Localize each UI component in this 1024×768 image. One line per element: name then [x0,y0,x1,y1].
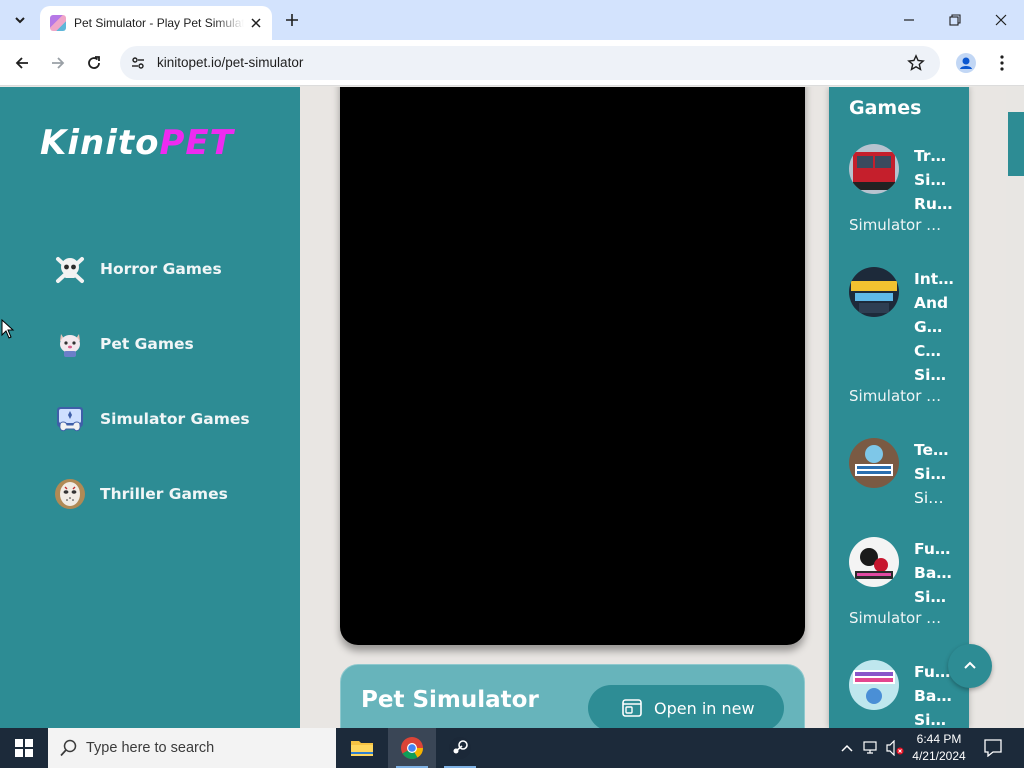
back-button[interactable] [8,49,36,77]
scroll-to-top-button[interactable] [948,644,992,688]
new-tab-button[interactable] [281,9,303,31]
chevron-up-icon [964,661,976,669]
network-icon [863,741,877,754]
sidebar: KinitoPET Horror Games Pet Games Simulat… [0,87,300,728]
sidebar-item-label: Pet Games [100,335,194,353]
open-in-new-button[interactable]: Open in new [588,685,784,728]
game-thumbnail [849,438,899,488]
kebab-menu-icon [1000,55,1004,71]
chevron-up-icon [841,744,853,752]
game-title: Fu… Ba… Si… [914,540,952,606]
address-bar[interactable]: kinitopet.io/pet-simulator [120,46,940,80]
game-category: Simulator … [849,387,942,405]
mouse-cursor-icon [1,319,15,339]
game-title: Pet Simulator [361,687,539,713]
sidebar-item-label: Thriller Games [100,485,228,503]
profile-button[interactable] [952,49,980,77]
volume-button[interactable] [884,728,906,768]
game-title: Te… Si… Si… [914,441,949,507]
windows-logo-icon [15,739,33,757]
clock-time: 6:44 PM [916,732,962,746]
tab-close-button[interactable] [248,15,264,31]
network-button[interactable] [860,728,882,768]
related-games-panel: Games Tr… Si… Ru… Simulator … Int… And G… [829,87,969,728]
tab-title: Pet Simulator - Play Pet Simulator [74,16,244,30]
page-viewport: KinitoPET Horror Games Pet Games Simulat… [0,87,1024,728]
logo-part-2: PET [159,123,234,163]
notification-icon [984,739,1002,757]
sidebar-item-thriller[interactable]: Thriller Games [54,477,228,511]
bookmark-star-button[interactable] [906,53,926,73]
taskbar-search[interactable]: Type here to search [48,728,336,768]
browser-tab[interactable]: Pet Simulator - Play Pet Simulator [40,6,272,40]
arrow-right-icon [52,57,65,69]
notifications-button[interactable] [978,728,1008,768]
game-category: Simulator … [849,609,942,627]
panel-heading: Games [849,97,922,119]
sidebar-item-pet[interactable]: Pet Games [54,327,194,361]
speaker-muted-icon [886,740,904,756]
favicon-icon [50,15,66,31]
minimize-button[interactable] [886,0,932,40]
game-title: Tr… Si… Ru… [914,147,953,213]
reload-button[interactable] [80,49,108,77]
site-logo[interactable]: KinitoPET [40,123,234,163]
taskbar-steam[interactable] [436,728,484,768]
folder-icon [351,741,373,756]
taskbar-clock[interactable]: 6:44 PM 4/21/2024 [906,731,972,765]
mask-icon [54,478,86,510]
sidebar-item-simulator[interactable]: Simulator Games [54,402,250,436]
close-window-button[interactable] [978,0,1024,40]
page-scrollbar[interactable] [1006,87,1024,728]
sidebar-item-label: Simulator Games [100,410,250,428]
sidebar-item-label: Horror Games [100,260,222,278]
tab-search-button[interactable] [6,7,34,33]
close-icon [251,18,261,28]
close-icon [995,14,1007,26]
game-thumbnail [849,537,899,587]
taskbar-chrome[interactable] [388,728,436,768]
game-iframe[interactable] [340,87,805,645]
chevron-down-icon [15,17,25,24]
gamepad-icon [54,403,86,435]
game-info-card: Pet Simulator Open in new [340,664,805,728]
game-title: Int… And G… C… Si… [914,270,954,384]
arrow-left-icon [15,57,28,69]
search-placeholder: Type here to search [86,740,215,756]
pet-icon [54,328,86,360]
skull-icon [54,253,86,285]
tab-strip: Pet Simulator - Play Pet Simulator [0,0,1024,40]
site-info-icon[interactable] [128,53,148,73]
minimize-icon [904,19,914,21]
game-thumbnail [849,144,899,194]
open-in-new-label: Open in new [654,698,755,718]
chrome-icon [401,737,423,759]
restore-button[interactable] [932,0,978,40]
game-category: Simulator … [849,216,942,234]
logo-part-1: Kinito [40,123,160,163]
game-thumbnail [849,267,899,317]
start-button[interactable] [0,728,48,768]
window-icon [622,699,642,717]
reload-icon [88,56,100,69]
clock-date: 4/21/2024 [912,749,966,763]
browser-menu-button[interactable] [990,49,1014,77]
game-thumbnail [849,660,899,710]
forward-button[interactable] [44,49,72,77]
profile-icon [956,53,976,73]
sidebar-item-horror[interactable]: Horror Games [54,252,222,286]
tray-overflow-button[interactable] [836,728,858,768]
plus-icon [286,14,298,26]
taskbar-file-explorer[interactable] [338,728,386,768]
browser-toolbar: kinitopet.io/pet-simulator [0,40,1024,86]
taskbar: Type here to search 6:44 PM 4/21/2024 [0,728,1024,768]
scrollbar-thumb[interactable] [1008,112,1024,176]
steam-icon [449,737,471,759]
star-icon [907,54,925,71]
url-text: kinitopet.io/pet-simulator [157,55,304,70]
search-icon [60,739,77,757]
restore-icon [949,14,961,26]
